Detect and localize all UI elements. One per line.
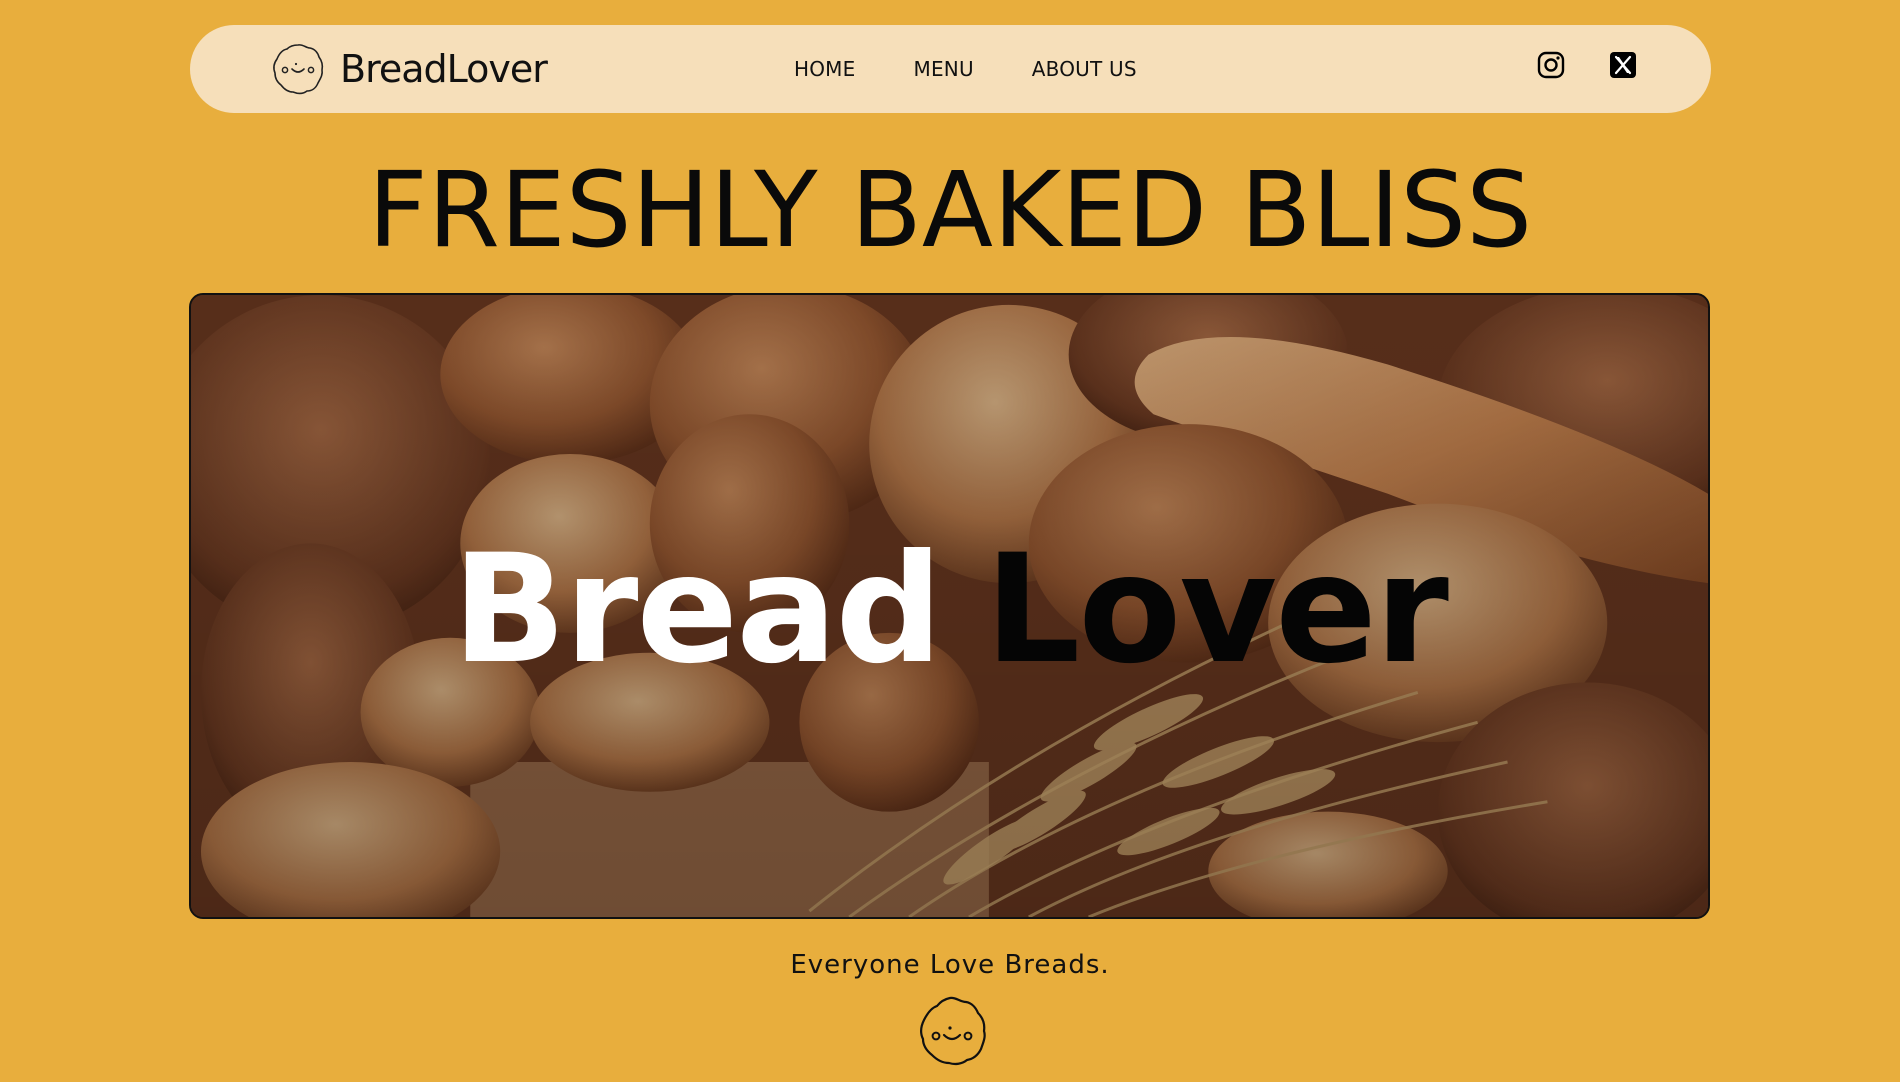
hero-title-word-bread: Bread bbox=[452, 523, 943, 697]
nav-home-link[interactable]: HOME bbox=[794, 57, 855, 81]
hero-banner: Bread Lover bbox=[189, 293, 1710, 919]
hero-headline: FRESHLY BAKED BLISS bbox=[367, 149, 1533, 271]
tagline: Everyone Love Breads. bbox=[790, 950, 1110, 980]
nav-menu-link[interactable]: MENU bbox=[913, 57, 973, 81]
hero-title: Bread Lover bbox=[191, 525, 1708, 695]
nav-about-link[interactable]: ABOUT US bbox=[1032, 57, 1137, 81]
x-twitter-icon[interactable] bbox=[1608, 50, 1638, 80]
instagram-icon[interactable] bbox=[1536, 50, 1566, 80]
navbar: BreadLover HOME MENU ABOUT US bbox=[190, 25, 1711, 113]
brand-name: BreadLover bbox=[340, 47, 548, 91]
bread-face-icon bbox=[273, 44, 324, 95]
social-links bbox=[1536, 50, 1638, 80]
brand[interactable]: BreadLover bbox=[270, 41, 548, 97]
hero-title-word-lover: Lover bbox=[984, 523, 1449, 697]
bread-face-icon bbox=[920, 996, 986, 1066]
nav-links: HOME MENU ABOUT US bbox=[794, 25, 1137, 113]
